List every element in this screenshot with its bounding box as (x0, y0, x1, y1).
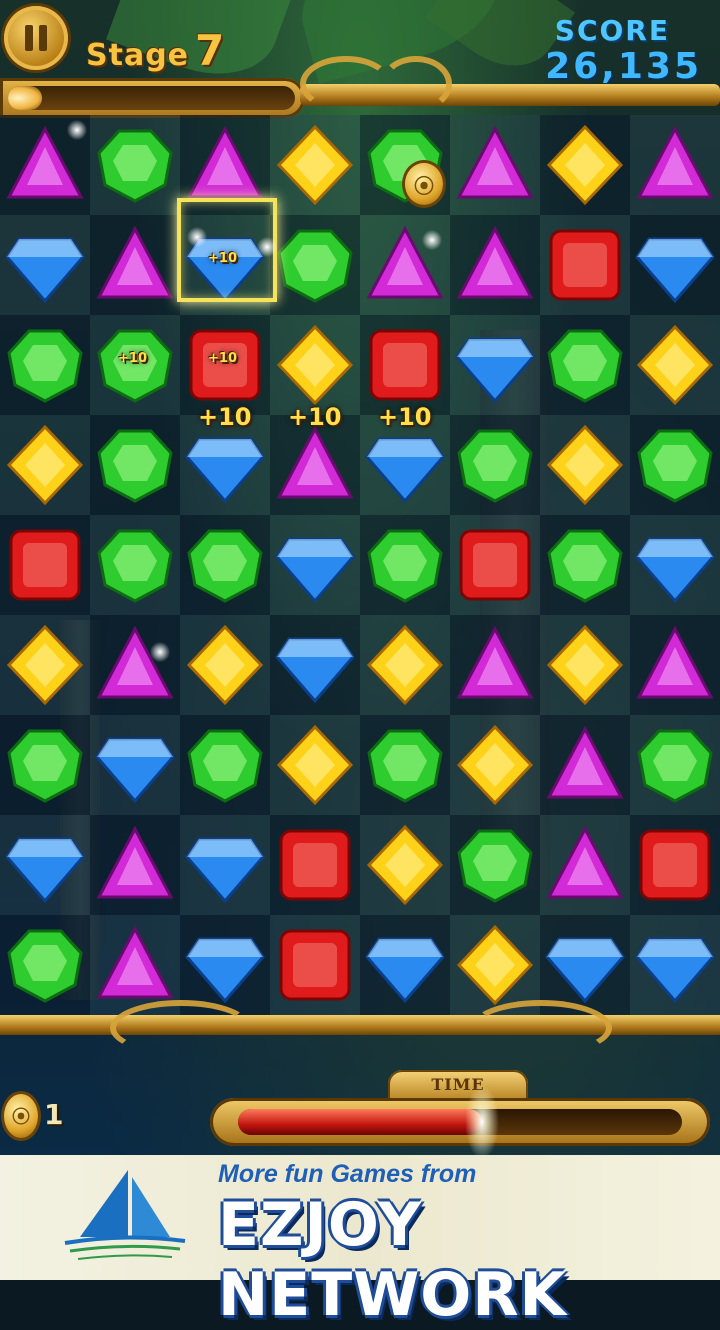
gem-red[interactable] (630, 815, 720, 915)
gem-red[interactable] (450, 515, 540, 615)
gem-yellow[interactable] (540, 115, 630, 215)
sailboat-logo-icon (64, 1170, 186, 1260)
gem-yellow[interactable] (0, 615, 90, 715)
score-popup: +10 (288, 403, 342, 431)
gem-purple[interactable] (450, 615, 540, 715)
ornament-scroll (300, 56, 392, 112)
gem-purple[interactable] (90, 215, 180, 315)
gem-blue[interactable] (630, 515, 720, 615)
gem-yellow[interactable] (360, 615, 450, 715)
pause-button[interactable] (4, 6, 68, 70)
gem-green[interactable] (630, 415, 720, 515)
gem-green[interactable] (180, 515, 270, 615)
gem-red[interactable] (360, 315, 450, 415)
sparkle-effect (420, 228, 444, 252)
sparkle-effect (65, 118, 89, 142)
gem-yellow[interactable] (630, 315, 720, 415)
gem-green[interactable] (540, 315, 630, 415)
score-value: 26,135 (545, 46, 702, 87)
time-bar-spark (462, 1078, 503, 1166)
gem-blue[interactable] (270, 615, 360, 715)
gem-red[interactable] (270, 915, 360, 1015)
gem-purple[interactable] (90, 615, 180, 715)
gem-blue[interactable] (0, 815, 90, 915)
gem-purple[interactable] (540, 715, 630, 815)
gem-yellow[interactable] (0, 415, 90, 515)
score-popup: +10 (208, 351, 237, 366)
pause-icon-bar (25, 25, 33, 51)
coin-count: 1 (44, 1098, 64, 1131)
gem-blue[interactable] (0, 215, 90, 315)
level-progress-track (8, 86, 295, 110)
gem-yellow[interactable] (180, 615, 270, 715)
ad-tagline: More fun Games from (218, 1160, 477, 1188)
gem-green[interactable] (450, 415, 540, 515)
score-popup: +10 (378, 403, 432, 431)
gem-yellow[interactable] (540, 615, 630, 715)
gem-green[interactable] (90, 415, 180, 515)
gem-green[interactable] (270, 215, 360, 315)
score-popup: +10 (118, 351, 147, 366)
coin-icon: ⦿ (4, 1094, 38, 1138)
gem-green[interactable] (450, 815, 540, 915)
score-popup: +10 (198, 403, 252, 431)
gem-yellow[interactable] (450, 715, 540, 815)
pause-icon-bar (39, 25, 47, 51)
time-label: TIME (388, 1070, 528, 1100)
gem-blue[interactable] (270, 515, 360, 615)
gem-yellow[interactable] (270, 115, 360, 215)
score-label: SCORE (554, 14, 670, 47)
gem-yellow[interactable] (270, 715, 360, 815)
gem-purple[interactable] (450, 115, 540, 215)
gem-board[interactable] (0, 115, 720, 1015)
stage-indicator: Stage 7 (86, 26, 225, 75)
gem-green[interactable] (0, 915, 90, 1015)
level-progress-fill (8, 86, 43, 110)
gem-green[interactable] (90, 515, 180, 615)
gem-green[interactable] (360, 715, 450, 815)
gem-red[interactable] (270, 815, 360, 915)
sparkle-effect (255, 235, 279, 259)
gem-red[interactable] (540, 215, 630, 315)
sparkle-effect (148, 640, 172, 664)
gem-green[interactable] (630, 715, 720, 815)
gem-blue[interactable] (630, 915, 720, 1015)
gem-yellow[interactable] (270, 315, 360, 415)
gem-yellow[interactable] (360, 815, 450, 915)
gem-blue[interactable] (630, 215, 720, 315)
time-bar-fill (238, 1109, 483, 1135)
gem-green[interactable] (360, 515, 450, 615)
gem-purple[interactable] (630, 615, 720, 715)
gem-blue[interactable] (360, 915, 450, 1015)
ornament-scroll (110, 1000, 252, 1056)
gem-green[interactable] (90, 115, 180, 215)
gem-blue[interactable] (180, 815, 270, 915)
gem-yellow[interactable] (540, 415, 630, 515)
level-progress-bar (0, 78, 305, 118)
stage-label: Stage (86, 38, 190, 73)
ornament-scroll (470, 1000, 612, 1056)
gem-purple[interactable] (630, 115, 720, 215)
gem-purple[interactable] (450, 215, 540, 315)
gem-purple[interactable] (540, 815, 630, 915)
gem-green[interactable] (180, 715, 270, 815)
gem-green[interactable] (0, 315, 90, 415)
stage-number: 7 (195, 26, 226, 75)
gem-blue[interactable] (450, 315, 540, 415)
gem-blue[interactable] (90, 715, 180, 815)
bottom-ornament-rail (0, 1015, 720, 1035)
gem-red[interactable] (0, 515, 90, 615)
ad-brand: EZJOY NETWORK (218, 1190, 568, 1330)
sparkle-effect (185, 225, 209, 249)
gem-green[interactable] (0, 715, 90, 815)
time-bar (210, 1078, 710, 1166)
gem-green[interactable] (360, 115, 450, 215)
coin-bonus-icon[interactable]: ⦿ (405, 163, 443, 205)
gem-green[interactable] (540, 515, 630, 615)
score-popup: +10 (208, 251, 237, 266)
ornament-scroll (380, 56, 452, 112)
gem-purple[interactable] (90, 815, 180, 915)
